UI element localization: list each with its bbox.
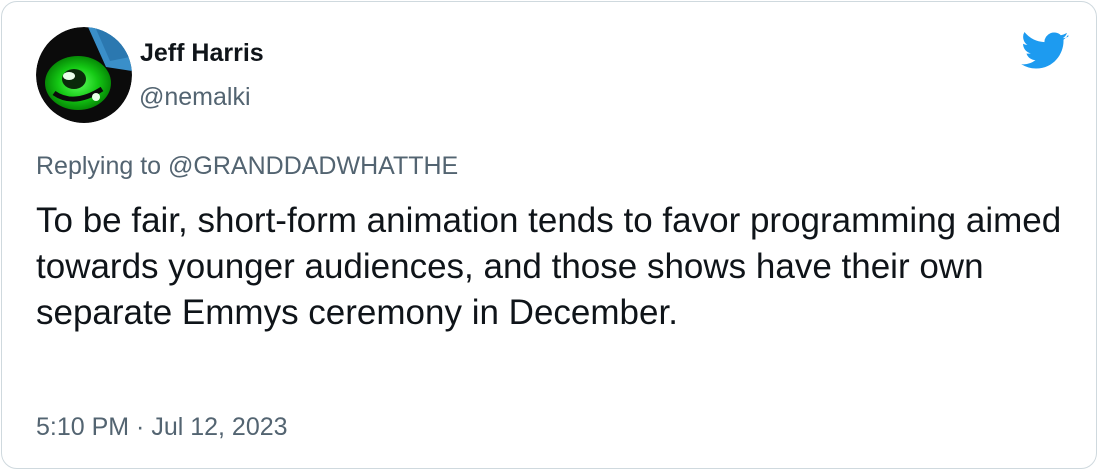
- author-display-name[interactable]: Jeff Harris: [140, 38, 264, 68]
- twitter-logo-svg: [1021, 32, 1069, 69]
- tweet-card: Jeff Harris @nemalki Replying to @GRANDD…: [1, 1, 1097, 469]
- replying-to-label: Replying to: [36, 152, 169, 180]
- replying-to-line: Replying to @GRANDDADWHATTHE: [36, 150, 458, 182]
- author-handle[interactable]: @nemalki: [139, 82, 251, 112]
- tweet-timestamp[interactable]: 5:10 PM · Jul 12, 2023: [36, 411, 288, 443]
- avatar[interactable]: [36, 27, 132, 123]
- reply-mention-link[interactable]: @GRANDDADWHATTHE: [168, 152, 458, 180]
- green-eye-avatar-icon: [36, 27, 132, 123]
- twitter-bird-icon[interactable]: [1021, 32, 1069, 72]
- tweet-text: To be fair, short-form animation tends t…: [36, 201, 1062, 332]
